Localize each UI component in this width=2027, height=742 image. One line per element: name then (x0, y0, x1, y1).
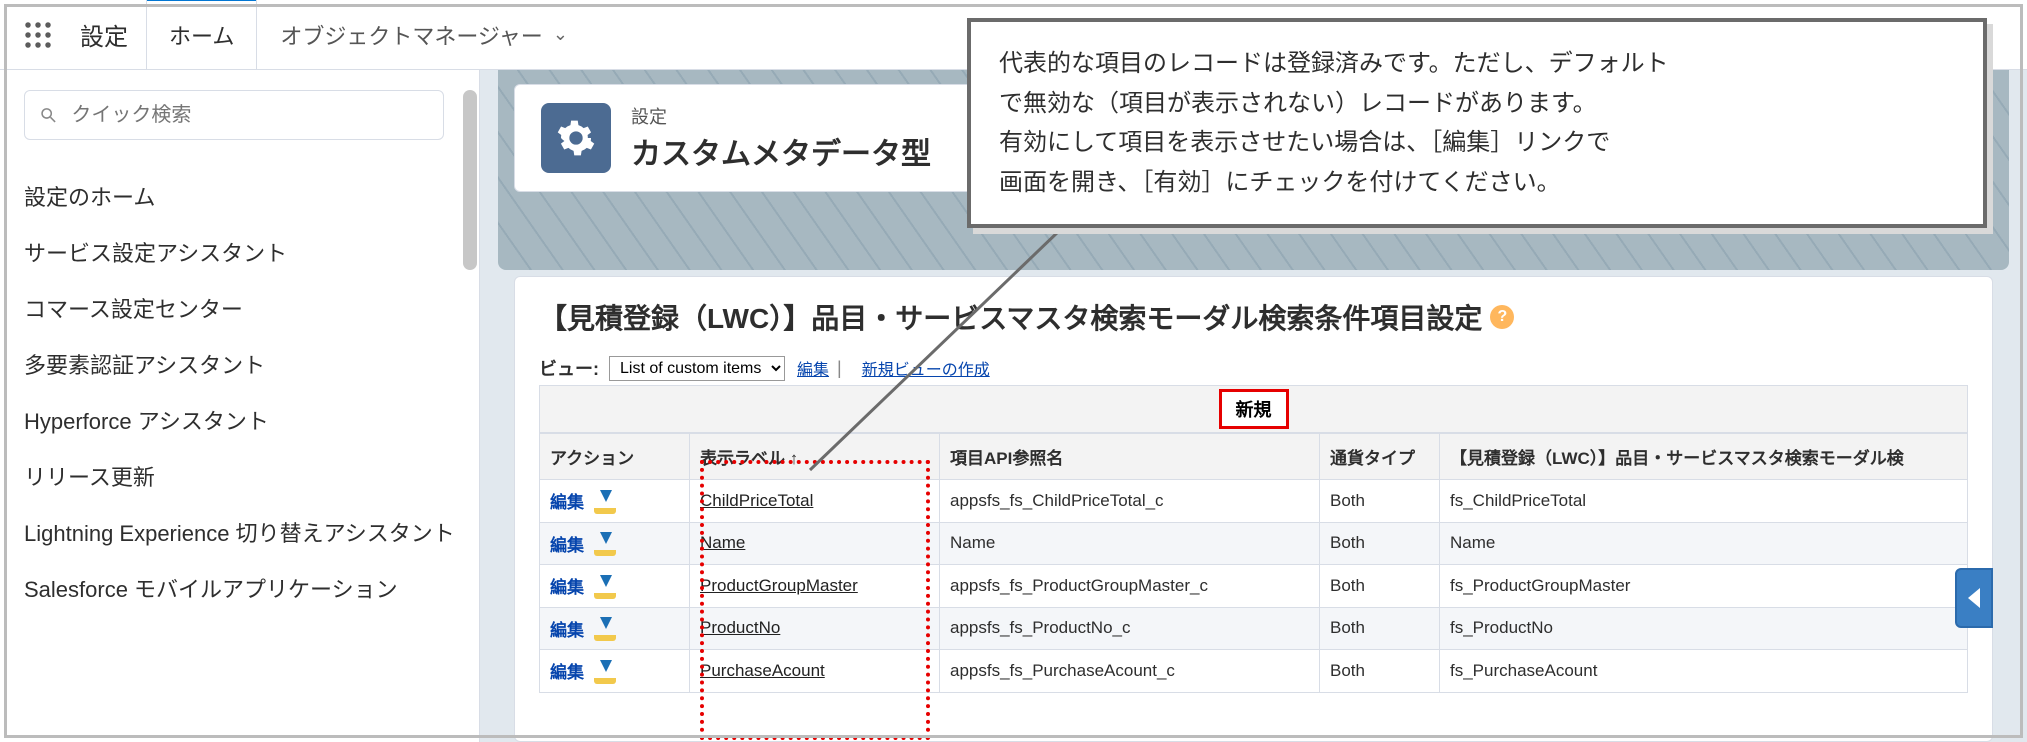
record-label-link[interactable]: ChildPriceTotal (700, 491, 813, 510)
tab-object-manager[interactable]: オブジェクトマネージャー ⌄ (257, 0, 591, 69)
table-row: 編集 ProductNo appsfs_fs_ProductNo_cBothfs_P… (540, 607, 1968, 650)
long-cell: Name (1440, 522, 1968, 565)
annotation-line: で無効な（項目が表示されない）レコードがあります。 (999, 84, 1955, 124)
download-icon[interactable] (594, 494, 618, 514)
sidebar-item[interactable]: Hyperforce アシスタント (24, 392, 479, 448)
record-label-link[interactable]: ProductNo (700, 618, 780, 637)
app-launcher-icon[interactable] (14, 11, 62, 59)
sidebar-item[interactable]: Salesforce モバイルアプリケーション (24, 560, 479, 616)
api-name-cell: appsfs_fs_ChildPriceTotal_c (940, 480, 1320, 523)
annotation-box: 代表的な項目のレコードは登録済みです。ただし、デフォルト で無効な（項目が表示さ… (967, 18, 1987, 228)
view-create-link[interactable]: 新規ビューの作成 (862, 356, 990, 380)
content-card: 【見積登録（LWC）】品目・サービスマスタ検索モーダル検索条件項目設定 ? ビュ… (514, 276, 1993, 742)
long-cell: fs_PurchaseAcount (1440, 650, 1968, 693)
long-cell: fs_ChildPriceTotal (1440, 480, 1968, 523)
col-long[interactable]: 【見積登録（LWC）】品目・サービスマスタ検索モーダル検 (1440, 434, 1968, 480)
col-label[interactable]: 表示ラベル ↑ (690, 434, 940, 480)
edit-link[interactable]: 編集 (550, 536, 584, 555)
annotation-line: 有効にして項目を表示させたい場合は、［編集］リンクで (999, 123, 1955, 163)
currency-cell: Both (1320, 565, 1440, 608)
tab-home[interactable]: ホーム (146, 0, 257, 69)
sidebar-scrollbar[interactable] (463, 90, 477, 270)
view-label: ビュー: (539, 355, 599, 381)
tab-object-manager-label: オブジェクトマネージャー (280, 19, 542, 51)
sidebar-item[interactable]: Lightning Experience 切り替えアシスタント (24, 504, 479, 560)
table-row: 編集 ProductGroupMaster appsfs_fs_ProductGro… (540, 565, 1968, 608)
edit-link[interactable]: 編集 (550, 493, 584, 512)
sidebar-item[interactable]: サービス設定アシスタント (24, 224, 479, 280)
table-row: 編集 PurchaseAcount appsfs_fs_PurchaseAcount… (540, 650, 1968, 693)
sidebar-item[interactable]: 多要素認証アシスタント (24, 336, 479, 392)
download-icon[interactable] (594, 664, 618, 684)
content-title: 【見積登録（LWC）】品目・サービスマスタ検索モーダル検索条件項目設定 ? (539, 297, 1968, 337)
table-row: 編集 ChildPriceTotal appsfs_fs_ChildPriceTot… (540, 480, 1968, 523)
content-title-text: 【見積登録（LWC）】品目・サービスマスタ検索モーダル検索条件項目設定 (539, 297, 1482, 337)
currency-cell: Both (1320, 480, 1440, 523)
currency-cell: Both (1320, 522, 1440, 565)
new-button[interactable]: 新規 (1219, 389, 1289, 429)
setup-sidebar: 設定のホームサービス設定アシスタントコマース設定センター多要素認証アシスタントH… (0, 70, 480, 742)
api-name-cell: appsfs_fs_ProductNo_c (940, 607, 1320, 650)
separator: | (837, 358, 842, 379)
sidebar-item[interactable]: 設定のホーム (24, 168, 479, 224)
search-icon (39, 105, 57, 125)
api-name-cell: Name (940, 522, 1320, 565)
view-edit-link[interactable]: 編集 (797, 356, 829, 380)
edit-link[interactable]: 編集 (550, 621, 584, 640)
gear-icon (541, 103, 611, 173)
chevron-down-icon: ⌄ (553, 24, 568, 45)
api-name-cell: appsfs_fs_ProductGroupMaster_c (940, 565, 1320, 608)
download-icon[interactable] (594, 579, 618, 599)
long-cell: fs_ProductGroupMaster (1440, 565, 1968, 608)
download-icon[interactable] (594, 621, 618, 641)
record-label-link[interactable]: PurchaseAcount (700, 661, 825, 680)
annotation-line: 代表的な項目のレコードは登録済みです。ただし、デフォルト (999, 44, 1955, 84)
col-api[interactable]: 項目API参照名 (940, 434, 1320, 480)
quick-find-box[interactable] (24, 90, 444, 140)
sidebar-item[interactable]: リリース更新 (24, 448, 479, 504)
col-action[interactable]: アクション (540, 434, 690, 480)
record-label-link[interactable]: ProductGroupMaster (700, 576, 858, 595)
annotation-line: 画面を開き、［有効］にチェックを付けてください。 (999, 163, 1955, 203)
page-title: カスタムメタデータ型 (631, 129, 931, 173)
view-select[interactable]: List of custom items (609, 356, 785, 381)
list-toolbar: 新規 (539, 385, 1968, 433)
download-icon[interactable] (594, 536, 618, 556)
sidebar-item[interactable]: コマース設定センター (24, 280, 479, 336)
api-name-cell: appsfs_fs_PurchaseAcount_c (940, 650, 1320, 693)
help-icon[interactable]: ? (1490, 305, 1514, 329)
quick-find-input[interactable] (69, 103, 429, 128)
page-eyebrow: 設定 (631, 103, 931, 129)
expand-handle[interactable] (1955, 568, 1993, 628)
long-cell: fs_ProductNo (1440, 607, 1968, 650)
edit-link[interactable]: 編集 (550, 663, 584, 682)
currency-cell: Both (1320, 650, 1440, 693)
col-currency[interactable]: 通貨タイプ (1320, 434, 1440, 480)
record-label-link[interactable]: Name (700, 533, 745, 552)
app-title: 設定 (76, 17, 146, 52)
view-row: ビュー: List of custom items 編集 | 新規ビューの作成 (539, 355, 1968, 381)
currency-cell: Both (1320, 607, 1440, 650)
records-table: アクション 表示ラベル ↑ 項目API参照名 通貨タイプ 【見積登録（LWC）】… (539, 433, 1968, 693)
edit-link[interactable]: 編集 (550, 578, 584, 597)
table-row: 編集NameNameBothName (540, 522, 1968, 565)
